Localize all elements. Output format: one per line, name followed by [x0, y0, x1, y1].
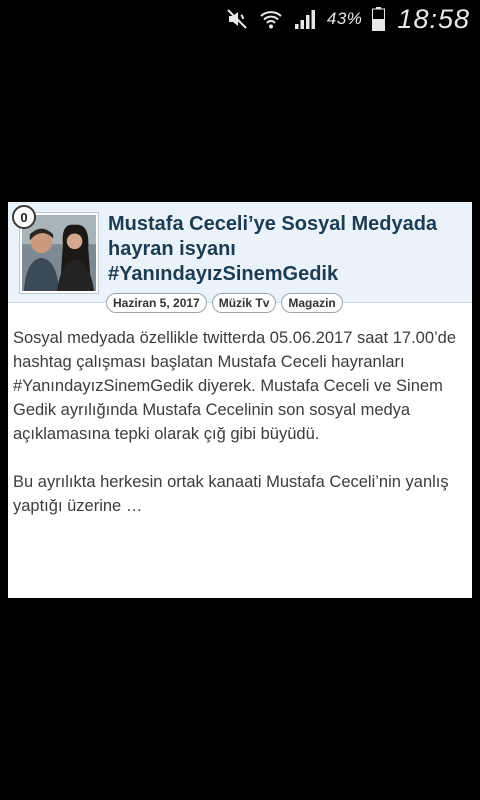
article-paragraph: Sosyal medyada özellikle twitterda 05.06… — [13, 329, 457, 443]
article-paragraph: Bu ayrılıkta herkesin ortak kanaati Must… — [13, 473, 449, 515]
comment-count-badge[interactable]: 0 — [12, 205, 36, 229]
category-tag-magazin[interactable]: Magazin — [281, 293, 343, 313]
article-card[interactable]: 0 Mustafa Ceceli’ye Sosyal Medyada hayra… — [8, 202, 472, 598]
signal-icon — [293, 7, 317, 31]
battery-icon — [372, 7, 386, 31]
status-icons: 43% 18:58 — [225, 0, 470, 38]
article-body: Sosyal medyada özellikle twitterda 05.06… — [13, 326, 463, 542]
category-tag-muzik-tv[interactable]: Müzik Tv — [211, 293, 277, 313]
date-tag[interactable]: Haziran 5, 2017 — [106, 293, 207, 313]
status-bar: 43% 18:58 — [0, 0, 480, 38]
article-tags: Haziran 5, 2017 Müzik Tv Magazin — [106, 293, 343, 313]
battery-percent: 43% — [326, 9, 363, 28]
wifi-icon — [259, 7, 283, 31]
article-title[interactable]: Mustafa Ceceli’ye Sosyal Medyada hayran … — [108, 212, 468, 287]
clock: 18:58 — [397, 3, 470, 34]
mute-icon — [225, 7, 249, 31]
article-header: 0 Mustafa Ceceli’ye Sosyal Medyada hayra… — [8, 202, 472, 313]
